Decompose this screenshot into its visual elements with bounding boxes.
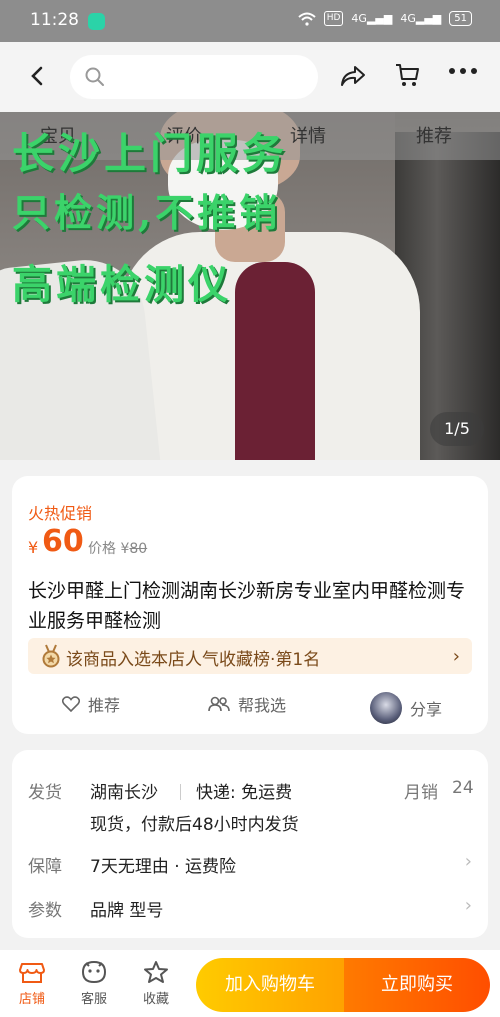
cart-icon[interactable] (394, 62, 420, 88)
more-icon[interactable] (448, 66, 478, 76)
params-value: 品牌 型号 (90, 901, 164, 921)
recommend-label: 推荐 (88, 696, 121, 715)
heart-icon (62, 696, 80, 712)
users-icon (208, 696, 230, 712)
shop-icon (19, 963, 45, 983)
share-label: 分享 (410, 700, 443, 719)
tab-recommend[interactable]: 推荐 (416, 122, 452, 148)
signal-icon: 4G▂▄▆ (351, 12, 393, 25)
status-bar: 11:28 HD 4G▂▄▆ 4G▂▄▆ 51 (0, 0, 500, 42)
promo-overlay-line-1: 长沙上门服务 (12, 129, 289, 178)
avatar (370, 692, 402, 724)
product-info-card: 火热促销 ¥ 60 价格 ¥80 长沙甲醛上门检测湖南长沙新房专业室内甲醛检测专… (12, 476, 488, 734)
original-price: 价格 ¥80 (88, 541, 148, 557)
currency-symbol: ¥ (28, 538, 39, 557)
nav-bar (0, 42, 500, 112)
status-icons: HD 4G▂▄▆ 4G▂▄▆ 51 (298, 11, 472, 26)
product-image-carousel[interactable]: 宝贝 评价 详情 推荐 长沙上门服务 只检测,不推销 高端检测仪 1/5 (0, 112, 500, 460)
customer-service-button[interactable]: 客服 (69, 960, 119, 1007)
help-choose-button[interactable]: 帮我选 (208, 692, 286, 716)
shop-button[interactable]: 店铺 (7, 960, 57, 1007)
shipping-note: 现货，付款后48小时内发货 (90, 815, 299, 835)
product-title: 长沙甲醛上门检测湖南长沙新房专业室内甲醛检测专业服务甲醛检测 (28, 580, 466, 632)
wifi-icon (298, 12, 316, 26)
guarantee-value: 7天无理由 · 运费险 (90, 857, 237, 877)
chat-face-icon (81, 960, 107, 984)
medal-icon (42, 644, 60, 668)
guarantee-label: 保障 (28, 857, 62, 877)
monthly-sales-value: 24 (452, 778, 474, 798)
search-icon (85, 67, 104, 86)
image-counter: 1/5 (430, 412, 484, 446)
popularity-rank-banner[interactable]: 该商品入选本店人气收藏榜·第1名 › (28, 638, 472, 674)
monthly-sales-label: 月销 (404, 783, 438, 803)
star-icon (144, 961, 168, 983)
favorite-label: 收藏 (142, 992, 169, 1007)
signal-icon-2: 4G▂▄▆ (400, 12, 442, 25)
status-time: 11:28 (30, 10, 79, 30)
chat-notification-icon (88, 13, 105, 30)
chevron-right-icon: › (464, 895, 472, 916)
share-icon[interactable] (340, 64, 366, 88)
service-label: 客服 (80, 992, 107, 1007)
chevron-right-icon: › (452, 646, 460, 667)
params-label: 参数 (28, 901, 62, 921)
battery-icon: 51 (449, 11, 472, 26)
help-choose-label: 帮我选 (238, 696, 287, 715)
shipping-from: 湖南长沙 (90, 783, 158, 803)
hd-badge: HD (323, 11, 344, 26)
express-info: 快递: 免运费 (196, 783, 293, 803)
bottom-action-bar: 店铺 客服 收藏 加入购物车 立即购买 (0, 950, 500, 1017)
share-button[interactable]: 分享 (370, 692, 442, 724)
promo-overlay-line-3: 高端检测仪 (12, 261, 232, 308)
promo-label: 火热促销 (28, 504, 93, 523)
shipping-label: 发货 (28, 783, 62, 803)
favorite-button[interactable]: 收藏 (131, 960, 181, 1007)
search-input[interactable] (70, 55, 318, 99)
chevron-right-icon: › (464, 851, 472, 872)
product-actions: 推荐 帮我选 分享 (12, 684, 488, 724)
promo-overlay-line-2: 只检测,不推销 (12, 190, 282, 235)
shipping-details-card: 发货 湖南长沙 快递: 免运费 月销 24 现货，付款后48小时内发货 保障 7… (12, 750, 488, 938)
recommend-button[interactable]: 推荐 (62, 692, 120, 716)
price: 60 (42, 524, 84, 559)
buy-now-button[interactable]: 立即购买 (344, 958, 490, 1012)
tab-details[interactable]: 详情 (290, 122, 326, 148)
back-arrow-icon[interactable] (24, 60, 50, 92)
rank-text: 该商品入选本店人气收藏榜·第1名 (66, 650, 321, 670)
add-to-cart-button[interactable]: 加入购物车 (196, 958, 344, 1012)
shop-label: 店铺 (18, 992, 45, 1007)
